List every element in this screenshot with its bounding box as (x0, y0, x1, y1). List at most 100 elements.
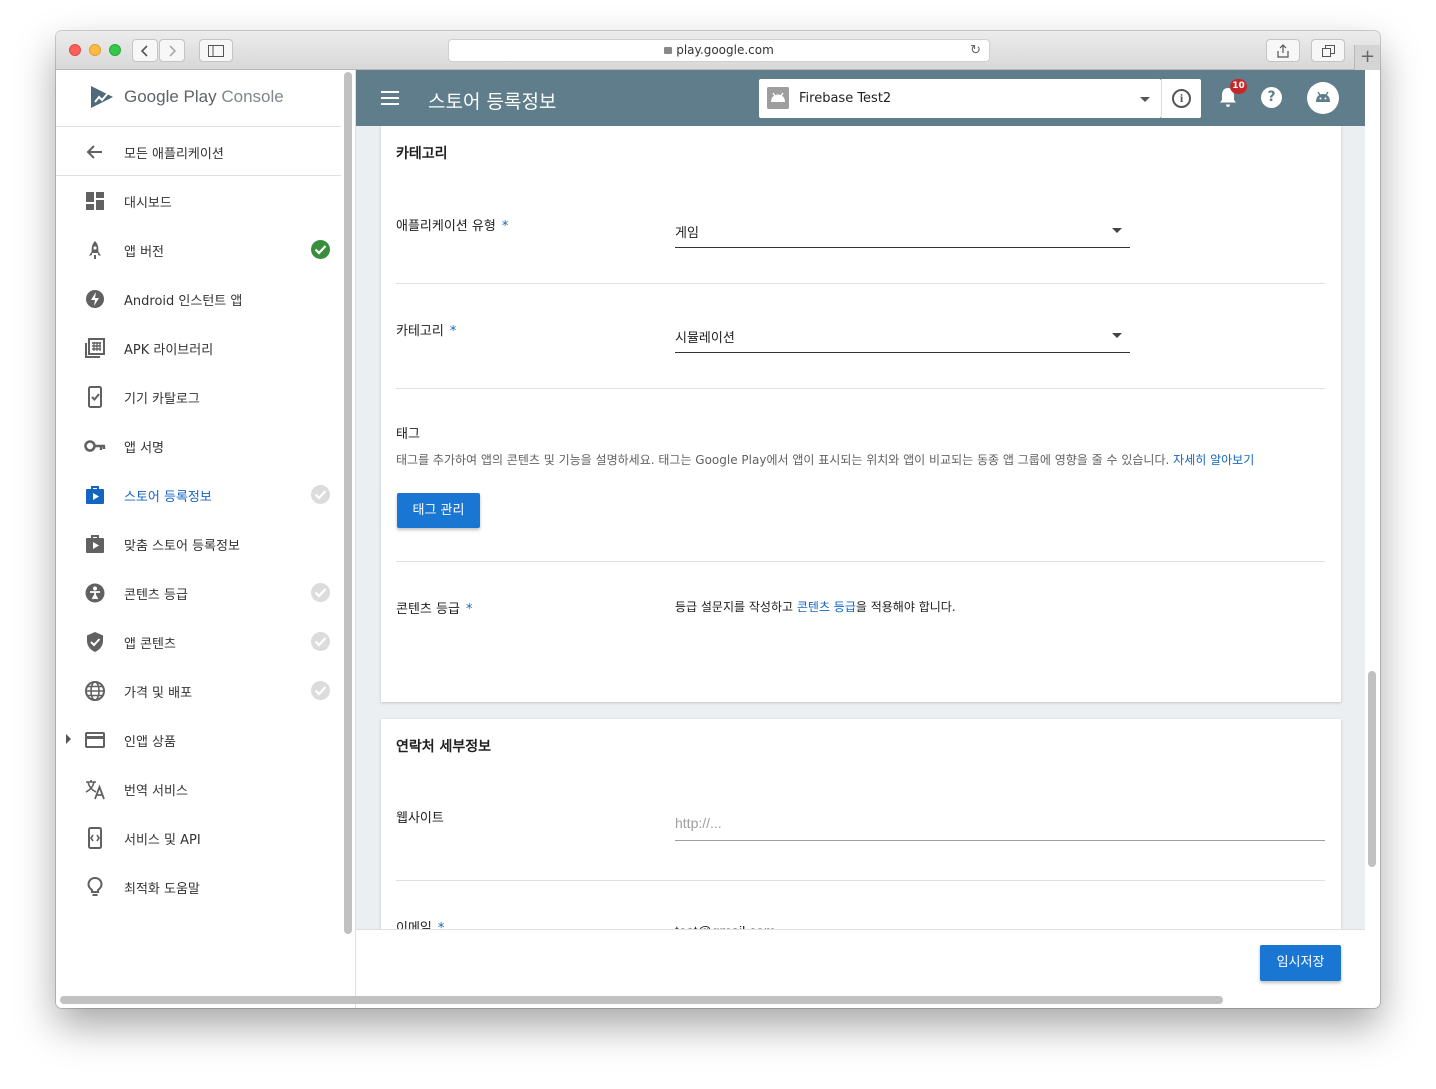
manage-tags-button[interactable]: 태그 관리 (397, 493, 480, 528)
reload-icon[interactable]: ↻ (970, 40, 981, 61)
menu-icon[interactable] (381, 91, 399, 105)
sidebar: Google Play Console 모든 애플리케이션 대시보드 앱 버전 … (56, 70, 356, 1008)
brand-header[interactable]: Google Play Console (56, 70, 341, 127)
app-type-label-text: 애플리케이션 유형 (396, 219, 496, 234)
new-tab-button[interactable]: + (1354, 45, 1380, 70)
sidebar-item-services-api[interactable]: 서비스 및 API (56, 813, 341, 862)
account-avatar[interactable] (1307, 82, 1339, 114)
content-rating-pre: 등급 설문지를 작성하고 (675, 600, 797, 614)
tabs-overview-button[interactable] (1311, 39, 1345, 62)
sidebar-item-app-content[interactable]: 앱 콘텐츠 (56, 617, 341, 666)
required-mark: * (449, 324, 457, 339)
lock-icon (664, 47, 673, 54)
key-icon (84, 440, 106, 452)
chevron-left-icon (140, 45, 148, 57)
shield-icon (87, 632, 103, 652)
store-listing-icon (86, 486, 104, 504)
share-icon (1277, 44, 1289, 58)
dropdown-caret-icon (1140, 97, 1150, 102)
footer-bar: 임시저장 (356, 929, 1365, 994)
address-bar[interactable]: play.google.com ↻ (448, 39, 990, 62)
required-mark: * (465, 602, 473, 617)
content-rating-post: 을 적용해야 합니다. (855, 600, 956, 614)
save-draft-button[interactable]: 임시저장 (1260, 945, 1341, 981)
sidebar-item-label: 앱 버전 (124, 245, 165, 260)
share-button[interactable] (1266, 39, 1300, 62)
sidebar-item-in-app-products[interactable]: 인앱 상품 (56, 715, 341, 764)
pending-check-icon (311, 681, 330, 700)
sidebar-item-translation-services[interactable]: 번역 서비스 (56, 764, 341, 813)
lightbulb-icon (87, 876, 103, 896)
sidebar-icon (208, 45, 224, 57)
app-type-select[interactable]: 게임 (675, 213, 1130, 248)
info-button[interactable]: i (1161, 79, 1201, 118)
contact-card-title: 연락처 세부정보 (396, 739, 492, 755)
sidebar-item-dashboard[interactable]: 대시보드 (56, 176, 341, 225)
horizontal-scrollbar[interactable] (60, 996, 1223, 1004)
help-icon[interactable]: ? (1261, 87, 1282, 108)
category-label: 카테고리 * (396, 320, 456, 339)
sidebar-scrollbar[interactable] (344, 72, 352, 934)
back-nav-button[interactable] (132, 39, 158, 62)
content-rating-link[interactable]: 콘텐츠 등급 (797, 600, 856, 614)
info-icon: i (1172, 89, 1191, 108)
sidebar-item-optimization-tips[interactable]: 최적화 도움말 (56, 862, 341, 911)
all-applications-label: 모든 애플리케이션 (124, 147, 224, 162)
content-scrollbar[interactable] (1368, 671, 1376, 867)
browser-window: play.google.com ↻ + Google Play Console … (56, 31, 1380, 1008)
sidebar-item-device-catalog[interactable]: 기기 카탈로그 (56, 372, 341, 421)
content-rating-label: 콘텐츠 등급 * (396, 598, 472, 617)
sidebar-item-label: 인앱 상품 (124, 735, 176, 750)
android-avatar-icon (1316, 91, 1330, 102)
sidebar-item-label: 맞춤 스토어 등록정보 (124, 539, 240, 554)
category-select[interactable]: 시뮬레이션 (675, 318, 1130, 353)
chevron-right-icon (169, 45, 177, 57)
app-type-value: 게임 (675, 226, 699, 241)
learn-more-link[interactable]: 자세히 알아보기 (1173, 453, 1254, 467)
tags-description: 태그를 추가하여 앱의 콘텐츠 및 기능을 설명하세요. 태그는 Google … (396, 451, 1254, 468)
pending-check-icon (311, 583, 330, 602)
close-window-button[interactable] (69, 44, 81, 56)
content-rating-icon (85, 583, 105, 603)
tags-title: 태그 (396, 427, 420, 442)
sidebar-item-content-rating[interactable]: 콘텐츠 등급 (56, 568, 341, 617)
sidebar-item-label: 앱 콘텐츠 (124, 637, 176, 652)
website-label: 웹사이트 (396, 811, 444, 826)
device-catalog-icon (88, 386, 102, 408)
page-title: 스토어 등록정보 (428, 91, 557, 113)
all-applications-link[interactable]: 모든 애플리케이션 (56, 127, 341, 176)
play-console-logo-icon (91, 86, 113, 108)
sidebar-item-store-listing[interactable]: 스토어 등록정보 (56, 470, 341, 519)
sidebar-item-pricing-distribution[interactable]: 가격 및 배포 (56, 666, 341, 715)
sidebar-item-label: 스토어 등록정보 (124, 490, 212, 505)
brand-google-play: Google Play (124, 87, 217, 106)
app-type-label: 애플리케이션 유형 * (396, 215, 508, 234)
content-rating-label-text: 콘텐츠 등급 (396, 602, 460, 617)
minimize-window-button[interactable] (89, 44, 101, 56)
dropdown-caret-icon (1112, 333, 1122, 338)
notifications-button[interactable]: 10 (1218, 79, 1247, 108)
divider (396, 561, 1325, 562)
app-selector[interactable]: Firebase Test2 (759, 79, 1161, 118)
expand-arrow-icon[interactable] (66, 734, 71, 744)
sidebar-item-apk-library[interactable]: APK 라이브러리 (56, 323, 341, 372)
sidebar-item-label: 가격 및 배포 (124, 686, 193, 701)
sidebar-item-app-signing[interactable]: 앱 서명 (56, 421, 341, 470)
zoom-window-button[interactable] (109, 44, 121, 56)
library-icon (85, 338, 105, 358)
sidebar-item-app-releases[interactable]: 앱 버전 (56, 225, 341, 274)
translate-icon (85, 780, 105, 800)
website-input[interactable] (675, 810, 1325, 836)
category-value: 시뮬레이션 (675, 331, 735, 346)
sidebar-item-label: 대시보드 (124, 196, 172, 211)
website-field (675, 806, 1325, 841)
sidebar-item-custom-store-listing[interactable]: 맞춤 스토어 등록정보 (56, 519, 341, 568)
forward-nav-button[interactable] (159, 39, 185, 62)
sidebar-item-label: APK 라이브러리 (124, 343, 214, 358)
sidebar-item-instant-apps[interactable]: Android 인스턴트 앱 (56, 274, 341, 323)
sidebar-toggle-button[interactable] (199, 39, 233, 62)
category-card: 카테고리 애플리케이션 유형 * 게임 카테고리 * 시뮬레이션 태그 태그를 추가… (381, 126, 1341, 702)
divider (396, 283, 1325, 284)
sidebar-item-label: 콘텐츠 등급 (124, 588, 188, 603)
brand-console: Console (221, 87, 284, 106)
